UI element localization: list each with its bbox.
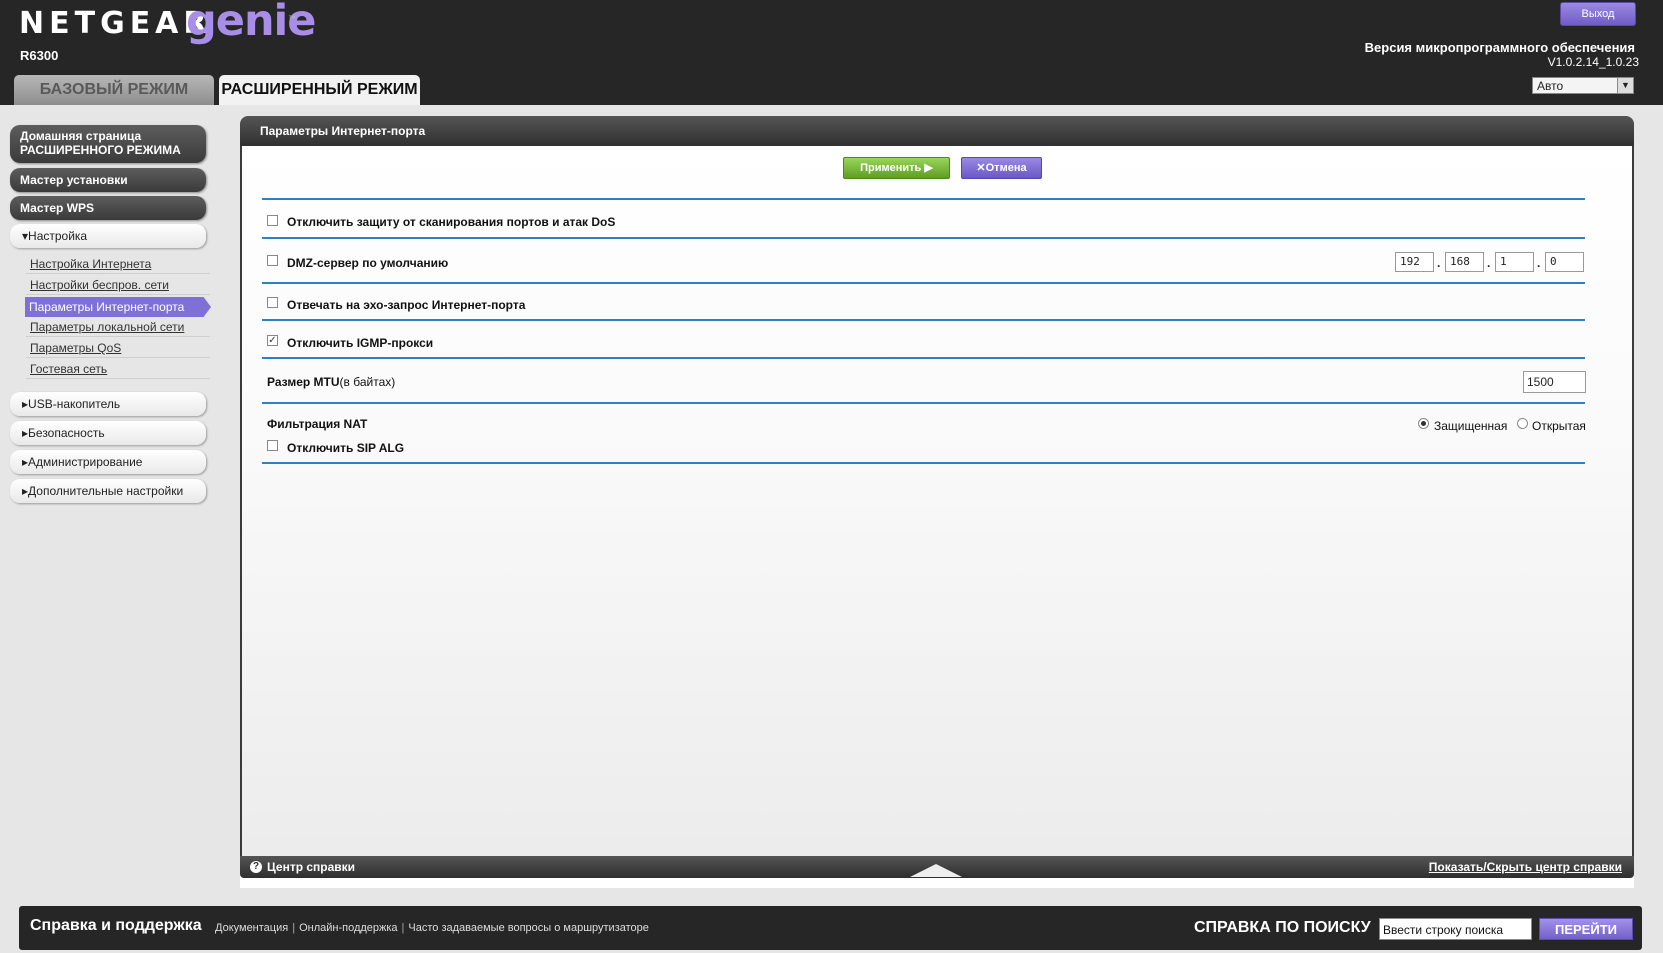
sip-alg-label: Отключить SIP ALG — [287, 441, 405, 455]
link-separator: | — [292, 922, 296, 934]
nat-open-radio[interactable] — [1517, 418, 1528, 429]
sidebar-home-line2: РАСШИРЕННОГО РЕЖИМА — [20, 143, 181, 157]
disable-dos-checkbox[interactable] — [267, 215, 278, 226]
dmz-checkbox[interactable] — [267, 255, 278, 266]
sidebar-section-label: Дополнительные настройки — [28, 484, 184, 498]
help-center-label: Центр справки — [267, 860, 356, 874]
sidebar-home-line1: Домашняя страница — [20, 129, 142, 143]
divider — [262, 282, 1585, 284]
documentation-link[interactable]: Документация — [215, 922, 288, 934]
footer-links: Документация | Онлайн-поддержка | Часто зада… — [215, 922, 649, 934]
logout-button[interactable]: Выход — [1560, 2, 1636, 26]
help-icon: ? — [250, 861, 262, 873]
footer-title: Справка и поддержка — [30, 917, 202, 934]
tab-basic-mode[interactable]: БАЗОВЫЙ РЕЖИМ — [14, 75, 214, 105]
trademark-mark: ™ — [288, 14, 296, 23]
wan-setup-panel: Параметры Интернет-порта Применить ▶ ✕От… — [240, 116, 1634, 888]
igmp-label: Отключить IGMP-прокси — [287, 336, 434, 350]
play-arrow-icon: ▶ — [924, 162, 933, 174]
igmp-checkbox[interactable]: ✓ — [267, 335, 278, 346]
sidebar-item-wireless-setup[interactable]: Настройки беспров. сети — [26, 275, 210, 295]
sidebar-item-setup-wizard[interactable]: Мастер установки — [10, 168, 206, 192]
help-toggle-link[interactable]: Показать/Скрыть центр справки — [1429, 856, 1622, 878]
ip-dot: . — [1487, 256, 1491, 270]
sip-alg-checkbox[interactable] — [267, 440, 278, 451]
divider — [262, 319, 1585, 321]
dmz-ip-octet-3[interactable]: 1 — [1495, 252, 1534, 272]
sidebar-item-wps-wizard[interactable]: Мастер WPS — [10, 196, 206, 220]
online-support-link[interactable]: Онлайн-поддержка — [299, 922, 397, 934]
sidebar-section-label: USB-накопитель — [28, 397, 121, 411]
mtu-label-text: Размер MTU — [267, 375, 340, 389]
ip-dot: . — [1537, 256, 1541, 270]
close-icon: ✕ — [976, 162, 986, 174]
help-center-bar: ? Центр справки Показать/Скрыть центр сп… — [240, 856, 1634, 878]
echo-checkbox[interactable] — [267, 297, 278, 308]
dmz-ip-octet-1[interactable]: 192 — [1395, 252, 1434, 272]
link-separator: | — [401, 922, 405, 934]
echo-label: Отвечать на эхо-запрос Интернет-порта — [287, 298, 526, 312]
genie-logo: genie — [186, 0, 316, 46]
apply-button[interactable]: Применить ▶ — [843, 157, 950, 179]
disable-dos-label: Отключить защиту от сканирования портов … — [287, 215, 616, 229]
sidebar-item-advanced-home[interactable]: Домашняя страница РАСШИРЕННОГО РЕЖИМА — [10, 125, 206, 163]
search-input[interactable]: Ввести строку поиска — [1379, 918, 1532, 940]
tab-advanced-mode[interactable]: РАСШИРЕННЫЙ РЕЖИМ — [219, 75, 420, 105]
firmware-version: V1.0.2.14_1.0.23 — [1547, 55, 1639, 69]
divider — [262, 198, 1585, 200]
nat-secured-radio[interactable] — [1418, 418, 1429, 429]
router-model: R6300 — [20, 48, 59, 63]
language-select[interactable]: Авто ▼ — [1532, 77, 1634, 94]
mtu-unit: (в байтах) — [339, 375, 396, 389]
mtu-input[interactable]: 1500 — [1523, 371, 1586, 393]
dmz-ip-octet-2[interactable]: 168 — [1445, 252, 1484, 272]
cancel-label: Отмена — [985, 162, 1027, 174]
sidebar-section-administration[interactable]: ▸Администрирование — [10, 450, 206, 474]
expand-arrow-icon[interactable] — [910, 864, 962, 877]
sidebar-section-label: Безопасность — [28, 426, 105, 440]
sidebar-item-guest-network[interactable]: Гостевая сеть — [26, 359, 210, 379]
dropdown-arrow-icon[interactable]: ▼ — [1617, 78, 1633, 93]
cancel-button[interactable]: ✕Отмена — [961, 157, 1042, 179]
search-help-label: СПРАВКА ПО ПОИСКУ — [1194, 919, 1371, 936]
netgear-logo: NETGEAR — [19, 6, 212, 41]
search-go-button[interactable]: ПЕРЕЙТИ — [1539, 918, 1633, 940]
divider — [262, 462, 1585, 464]
faq-link[interactable]: Часто задаваемые вопросы о маршрутизатор… — [408, 922, 649, 934]
nat-secured-label: Защищенная — [1434, 419, 1508, 433]
sidebar-item-qos-setup[interactable]: Параметры QoS — [26, 338, 210, 358]
dmz-ip-octet-4[interactable]: 0 — [1545, 252, 1584, 272]
ip-dot: . — [1437, 256, 1441, 270]
sidebar-section-setup[interactable]: ▾Настройка — [10, 224, 206, 248]
divider — [262, 402, 1585, 404]
dmz-label: DMZ-сервер по умолчанию — [287, 256, 449, 270]
sidebar-section-usb[interactable]: ▸USB-накопитель — [10, 392, 206, 416]
sidebar-item-lan-setup[interactable]: Параметры локальной сети — [26, 317, 210, 337]
top-header: NETGEAR genie ™ R6300 Выход Версия микро… — [0, 0, 1663, 105]
apply-label: Применить — [860, 162, 922, 174]
panel-title: Параметры Интернет-порта — [240, 116, 1634, 146]
sidebar-section-label: Настройка — [28, 229, 88, 243]
sidebar-section-security[interactable]: ▸Безопасность — [10, 421, 206, 445]
sidebar-item-wan-setup[interactable]: Параметры Интернет-порта — [25, 297, 211, 317]
nat-filtering-label: Фильтрация NAT — [267, 417, 368, 431]
firmware-label: Версия микропрограммного обеспечения — [1364, 40, 1635, 55]
nat-open-label: Открытая — [1532, 419, 1586, 433]
panel-body: Применить ▶ ✕Отмена Отключить защиту от … — [240, 146, 1634, 856]
dmz-ip-group: 192 . 168 . 1 . 0 — [1395, 252, 1590, 274]
divider — [262, 237, 1585, 239]
sidebar-section-advanced-setup[interactable]: ▸Дополнительные настройки — [10, 479, 206, 503]
support-footer: Справка и поддержка Документация | Онлайн-… — [19, 906, 1642, 950]
sidebar-item-internet-setup[interactable]: Настройка Интернета — [26, 254, 210, 274]
divider — [262, 357, 1585, 359]
sidebar-section-label: Администрирование — [28, 455, 143, 469]
language-value: Авто — [1537, 79, 1564, 93]
mtu-label: Размер MTU(в байтах) — [267, 375, 395, 389]
